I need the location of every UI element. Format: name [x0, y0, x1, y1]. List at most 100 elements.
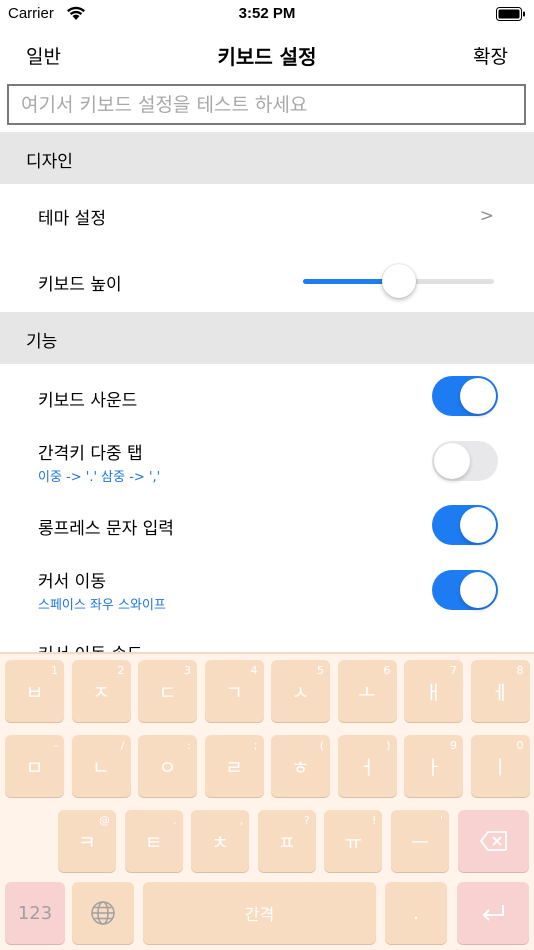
- key-hint: ,: [239, 814, 244, 827]
- key-glyph: ㅇ: [158, 756, 177, 779]
- status-bar: Carrier 3:52 PM: [0, 0, 534, 28]
- key-row2-6[interactable]: 9ㅏ: [404, 735, 463, 797]
- cursor-move-toggle[interactable]: [432, 570, 498, 610]
- key-glyph: ㅊ: [211, 831, 229, 854]
- key-row1-3[interactable]: 4ㄱ: [204, 660, 264, 722]
- key-row3-4[interactable]: ! ㅠ: [324, 810, 383, 872]
- key-glyph: ㅁ: [25, 756, 44, 779]
- key-glyph: ㅅ: [291, 681, 310, 704]
- key-hint: 9: [450, 739, 457, 752]
- key-glyph: ㅂ: [25, 681, 44, 704]
- space-multitap-toggle[interactable]: [432, 441, 498, 481]
- numbers-key[interactable]: 123: [5, 882, 65, 944]
- custom-keyboard: 123 간격 . 1 ㅂ 2 ㅈ 3 ㄷ 4 ㄱ 5 ㅅ 6 ㅗ 7 ㅐ 8 ㅔ - ㅁ / ㄴ: ㅇ; ㄹ(ㅎ) ㅓ 9 ㅏ 0…: [0, 652, 534, 950]
- key-glyph: ㅔ: [491, 681, 509, 704]
- key-glyph: ㅓ: [358, 756, 376, 779]
- key-glyph: ㅌ: [144, 831, 163, 854]
- key-row2-4[interactable]: (ㅎ: [271, 735, 330, 797]
- key-row1-0[interactable]: 1ㅂ: [5, 660, 64, 722]
- key-row1-5[interactable]: 6ㅗ: [337, 660, 397, 722]
- section-header-design: 디자인: [0, 132, 534, 184]
- key-row2-2[interactable]: :ㅇ: [138, 735, 197, 797]
- key-row1-2[interactable]: 3ㄷ: [138, 660, 197, 722]
- key-glyph: ㅎ: [291, 756, 310, 779]
- key-glyph: ㄴ: [92, 756, 110, 779]
- space-key[interactable]: 간격: [143, 882, 376, 944]
- keyboard-test-input[interactable]: [7, 84, 526, 125]
- key-hint: /: [120, 739, 125, 752]
- key-row2-5[interactable]: ) ㅓ: [337, 735, 397, 797]
- key-glyph: ㅐ: [424, 681, 443, 704]
- key-hint: :: [187, 739, 191, 752]
- key-glyph: ㄹ: [225, 756, 243, 779]
- cursor-move-label: 커서 이동: [38, 572, 106, 592]
- key-hint: (: [319, 739, 324, 752]
- key-row3-1[interactable]: .ㅌ: [124, 810, 183, 872]
- return-icon: [482, 905, 504, 921]
- longpress-input-row: 롱프레스 문자 입력: [0, 494, 534, 556]
- period-key[interactable]: .: [385, 882, 447, 944]
- key-glyph: ㅗ: [358, 681, 376, 704]
- globe-icon: [91, 901, 115, 925]
- section-header-function: 기능: [0, 312, 534, 364]
- keyboard-height-row: 키보드 높이: [0, 248, 534, 310]
- key-row1-7[interactable]: 8ㅔ: [470, 660, 530, 722]
- cursor-move-row: 커서 이동 스페이스 좌우 스와이프: [0, 558, 534, 620]
- key-hint: ;: [253, 739, 258, 752]
- key-glyph: ㅈ: [92, 681, 110, 704]
- longpress-input-toggle[interactable]: [432, 505, 498, 545]
- key-row3-0[interactable]: @ ㅋ: [58, 810, 116, 872]
- slider-thumb[interactable]: [381, 264, 416, 298]
- key-hint: 2: [117, 664, 125, 677]
- key-row1-4[interactable]: 5ㅅ: [271, 660, 330, 722]
- key-row2-0[interactable]: -ㅁ: [5, 735, 64, 797]
- backspace-icon: [479, 831, 507, 851]
- return-key[interactable]: [457, 882, 529, 944]
- key-glyph: ㅋ: [78, 831, 96, 854]
- key-row1-6[interactable]: 7ㅐ: [404, 660, 463, 722]
- toggle-knob: [460, 572, 496, 608]
- cursor-speed-label: 커서 이동 속도: [38, 640, 143, 652]
- keyboard-sound-label: 키보드 사운드: [38, 391, 138, 411]
- space-multitap-row: 간격키 다중 탭 이중 -> '.' 삼중 -> ',': [0, 430, 534, 492]
- key-glyph: ㅍ: [278, 831, 296, 854]
- key-hint: 3: [184, 664, 191, 677]
- key-hint: ): [386, 739, 391, 752]
- key-hint: @: [99, 814, 110, 827]
- key-hint: .: [173, 814, 177, 827]
- space-multitap-description: 이중 -> '.' 삼중 -> ',': [38, 470, 161, 485]
- theme-setting-row[interactable]: 테마 설정 >: [0, 184, 534, 246]
- key-row3-2[interactable]: ,ㅊ: [191, 810, 250, 872]
- key-row2-3[interactable]: ; ㄹ: [204, 735, 264, 797]
- key-row2-7[interactable]: 0ㅣ: [470, 735, 530, 797]
- toggle-knob: [460, 378, 496, 414]
- key-hint: ': [439, 814, 443, 827]
- key-row1-1[interactable]: 2ㅈ: [71, 660, 131, 722]
- key-row3-5[interactable]: ' ㅡ: [391, 810, 449, 872]
- cursor-speed-row: 커서 이동 속도: [0, 622, 534, 652]
- key-glyph: ㄱ: [225, 681, 243, 704]
- key-glyph: ㅣ: [491, 756, 509, 779]
- key-hint: 6: [383, 664, 391, 677]
- globe-key[interactable]: [72, 882, 134, 944]
- key-hint: ?: [303, 814, 310, 827]
- clock: 3:52 PM: [238, 5, 296, 22]
- key-hint: 8: [516, 664, 524, 677]
- extension-button[interactable]: 확장: [473, 42, 508, 69]
- toggle-knob: [460, 507, 496, 543]
- key-row3-3[interactable]: ? ㅍ: [257, 810, 316, 872]
- key-hint: 5: [317, 664, 324, 677]
- chevron-right-icon: >: [479, 206, 494, 226]
- key-hint: 1: [51, 664, 58, 677]
- key-hint: -: [54, 739, 58, 752]
- key-row2-1[interactable]: / ㄴ: [71, 735, 131, 797]
- toggle-knob: [434, 443, 470, 479]
- key-glyph: ㅠ: [344, 831, 363, 854]
- key-hint: 7: [450, 664, 457, 677]
- keyboard-sound-toggle[interactable]: [432, 376, 498, 416]
- navigation-bar: 일반 키보드 설정 확장: [0, 30, 534, 76]
- battery-icon: [496, 7, 525, 21]
- backspace-key[interactable]: [458, 810, 529, 872]
- space-multitap-label: 간격키 다중 탭: [38, 444, 143, 464]
- key-hint: !: [371, 814, 377, 827]
